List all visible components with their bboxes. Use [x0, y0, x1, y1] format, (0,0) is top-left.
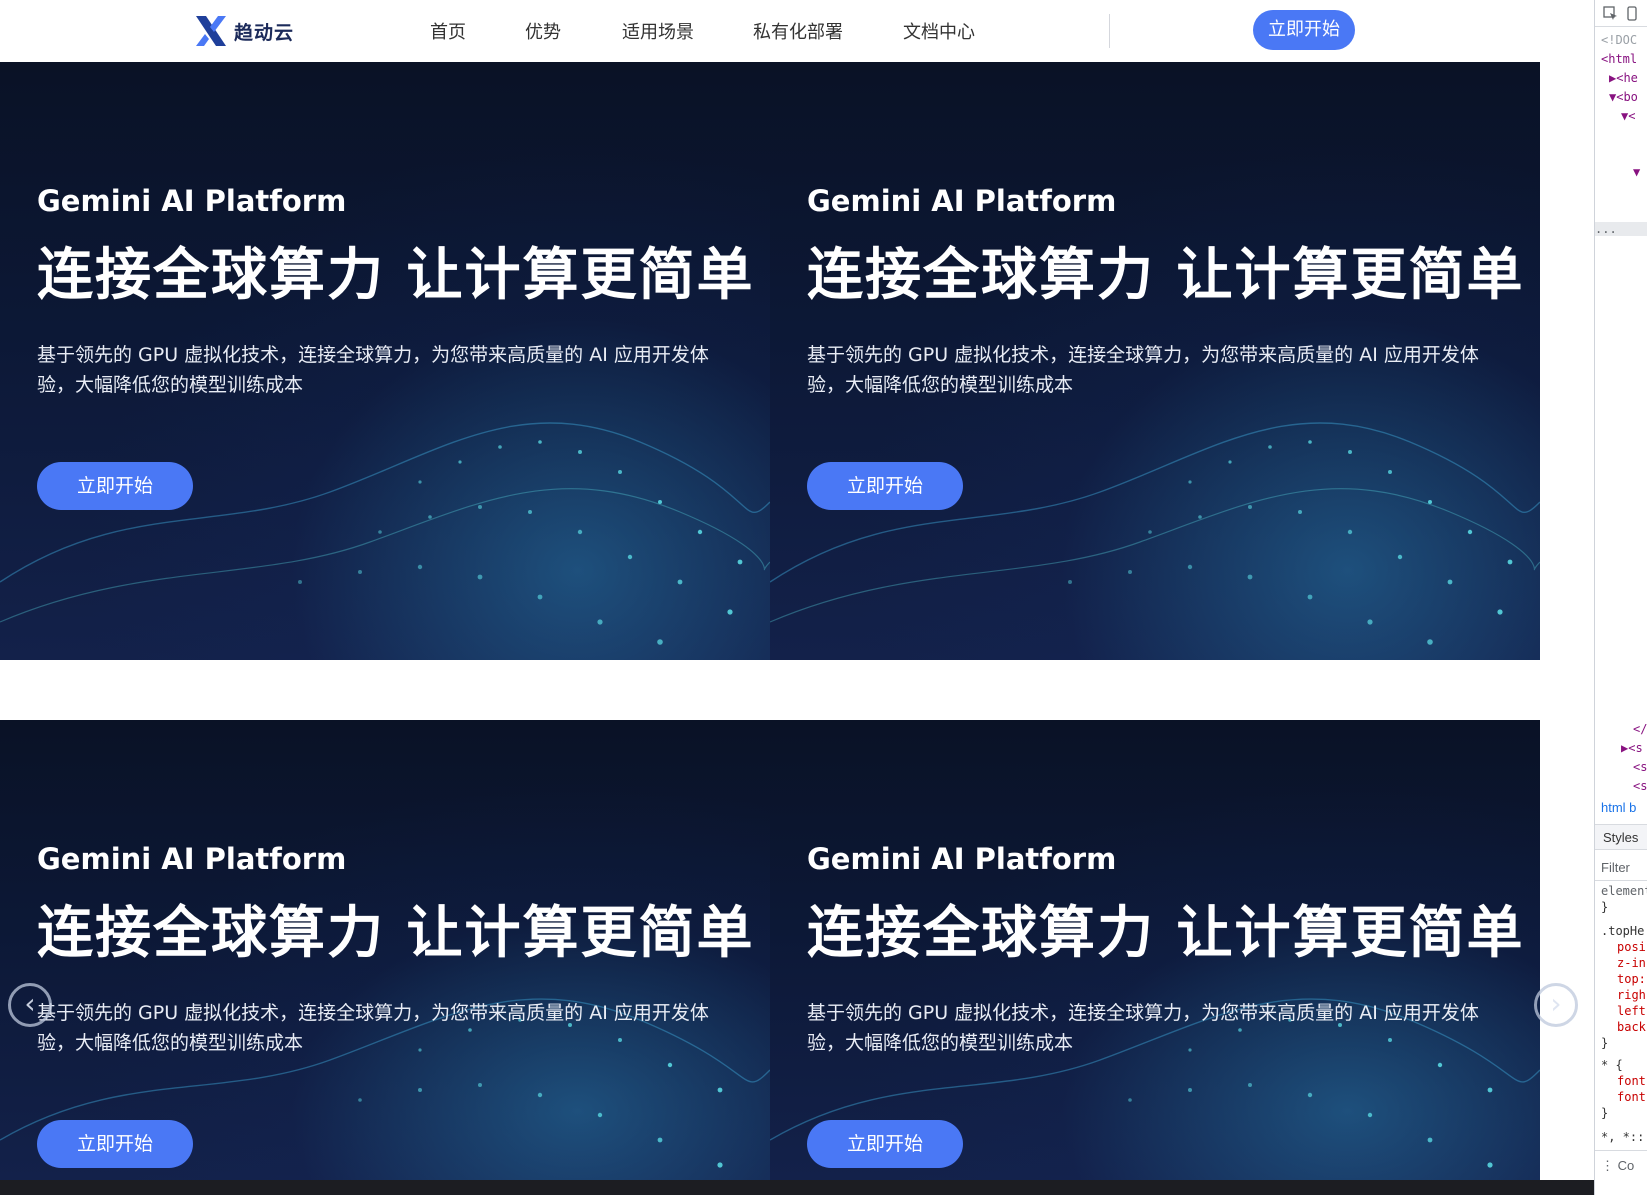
hero-start-button[interactable]: 立即开始 — [37, 462, 193, 510]
style-rule-line: * { — [1601, 1058, 1623, 1072]
hero-description: 基于领先的 GPU 虚拟化技术，连接全球算力，为您带来高质量的 AI 应用开发体… — [37, 344, 709, 396]
style-rule-line: } — [1601, 1036, 1609, 1050]
dom-line[interactable]: <html — [1601, 52, 1637, 66]
devtools-footer-divider — [1595, 1150, 1647, 1151]
dom-line[interactable]: <!DOC — [1601, 33, 1637, 47]
style-rule-line: } — [1601, 1106, 1609, 1120]
carousel-next-button[interactable]: › — [1534, 983, 1578, 1027]
nav-divider — [1109, 14, 1110, 48]
hero-carousel-top: Gemini AI Platform 连接全球算力 让计算更简单 基于领先的 G… — [0, 62, 1540, 660]
hero-carousel-bottom: Gemini AI Platform 连接全球算力 让计算更简单 基于领先的 G… — [0, 720, 1540, 1180]
hero-headline: 连接全球算力 让计算更简单 — [807, 243, 1525, 308]
devtools-breadcrumb[interactable]: html b — [1601, 800, 1636, 815]
hero-start-button[interactable]: 立即开始 — [37, 1120, 193, 1168]
hero-slide: Gemini AI Platform 连接全球算力 让计算更简单 基于领先的 G… — [770, 720, 1540, 1180]
devtools-panel: <!DOC <html ▶<he ▼<bo ▼< ▼ ... </ ▶<s <s… — [1594, 0, 1647, 1195]
dom-line[interactable]: ▼< — [1621, 109, 1635, 123]
hero-slide: Gemini AI Platform 连接全球算力 让计算更简单 基于领先的 G… — [770, 62, 1540, 660]
dom-line-selected[interactable]: ... — [1595, 222, 1647, 236]
hero-eyebrow: Gemini AI Platform — [807, 184, 1117, 218]
hero-description: 基于领先的 GPU 虚拟化技术，连接全球算力，为您带来高质量的 AI 应用开发体… — [807, 1002, 1479, 1054]
style-rule-line: .topHe — [1601, 924, 1645, 938]
desktop-dock-strip — [0, 1180, 1594, 1195]
hero-headline: 连接全球算力 让计算更简单 — [37, 901, 755, 966]
nav-item-private-deployment[interactable]: 私有化部署 — [753, 18, 843, 44]
dom-line[interactable]: ▶<s — [1621, 741, 1643, 755]
styles-tab[interactable]: Styles — [1595, 824, 1647, 850]
style-rule-line: back — [1617, 1020, 1646, 1034]
hero-slide: Gemini AI Platform 连接全球算力 让计算更简单 基于领先的 G… — [0, 62, 770, 660]
hero-eyebrow: Gemini AI Platform — [37, 842, 347, 876]
chevron-left-icon: ‹ — [24, 987, 36, 1020]
style-rule-line: font — [1617, 1090, 1646, 1104]
style-rule-line: } — [1601, 900, 1609, 914]
dom-line[interactable]: ▶<he — [1609, 71, 1638, 85]
styles-filter-input[interactable]: Filter — [1601, 860, 1630, 875]
carousel-prev-button[interactable]: ‹ — [8, 983, 52, 1027]
dom-line[interactable]: <s — [1633, 760, 1647, 774]
style-rule-line: z-in — [1617, 956, 1646, 970]
devtools-console-drawer[interactable]: ⋮ Co — [1601, 1158, 1634, 1174]
nav-item-home[interactable]: 首页 — [430, 18, 466, 44]
style-rule-line: *, *:: — [1601, 1130, 1645, 1144]
dom-line[interactable]: </ — [1633, 722, 1647, 736]
dom-line[interactable]: ▼<bo — [1609, 90, 1638, 104]
hero-slide: Gemini AI Platform 连接全球算力 让计算更简单 基于领先的 G… — [0, 720, 770, 1180]
dom-line[interactable]: ▼ — [1633, 165, 1640, 179]
dom-line[interactable]: <s — [1633, 779, 1647, 793]
hero-description: 基于领先的 GPU 虚拟化技术，连接全球算力，为您带来高质量的 AI 应用开发体… — [37, 1002, 709, 1054]
styles-divider — [1595, 880, 1647, 881]
style-rule-line: font — [1617, 1074, 1646, 1088]
style-rule-line: element — [1601, 884, 1647, 898]
nav-item-docs[interactable]: 文档中心 — [903, 18, 975, 44]
style-rule-line: righ — [1617, 988, 1646, 1002]
devtools-toolbar-divider — [1595, 26, 1647, 27]
chevron-right-icon: › — [1550, 987, 1562, 1020]
hero-eyebrow: Gemini AI Platform — [807, 842, 1117, 876]
nav-item-scenarios[interactable]: 适用场景 — [622, 18, 694, 44]
hero-description: 基于领先的 GPU 虚拟化技术，连接全球算力，为您带来高质量的 AI 应用开发体… — [807, 344, 1479, 396]
style-rule-line: top: — [1617, 972, 1646, 986]
style-rule-line: left — [1617, 1004, 1646, 1018]
hero-start-button[interactable]: 立即开始 — [807, 462, 963, 510]
header-start-button[interactable]: 立即开始 — [1253, 10, 1355, 50]
hero-headline: 连接全球算力 让计算更简单 — [37, 243, 755, 308]
device-toggle-icon[interactable] — [1625, 6, 1641, 22]
nav-item-advantages[interactable]: 优势 — [525, 18, 561, 44]
hero-start-button[interactable]: 立即开始 — [807, 1120, 963, 1168]
inspect-element-icon[interactable] — [1603, 6, 1619, 22]
hero-headline: 连接全球算力 让计算更简单 — [807, 901, 1525, 966]
style-rule-line: posi — [1617, 940, 1646, 954]
hero-eyebrow: Gemini AI Platform — [37, 184, 347, 218]
top-header: 趋动云 首页 优势 适用场景 私有化部署 文档中心 立即开始 — [0, 0, 1540, 63]
